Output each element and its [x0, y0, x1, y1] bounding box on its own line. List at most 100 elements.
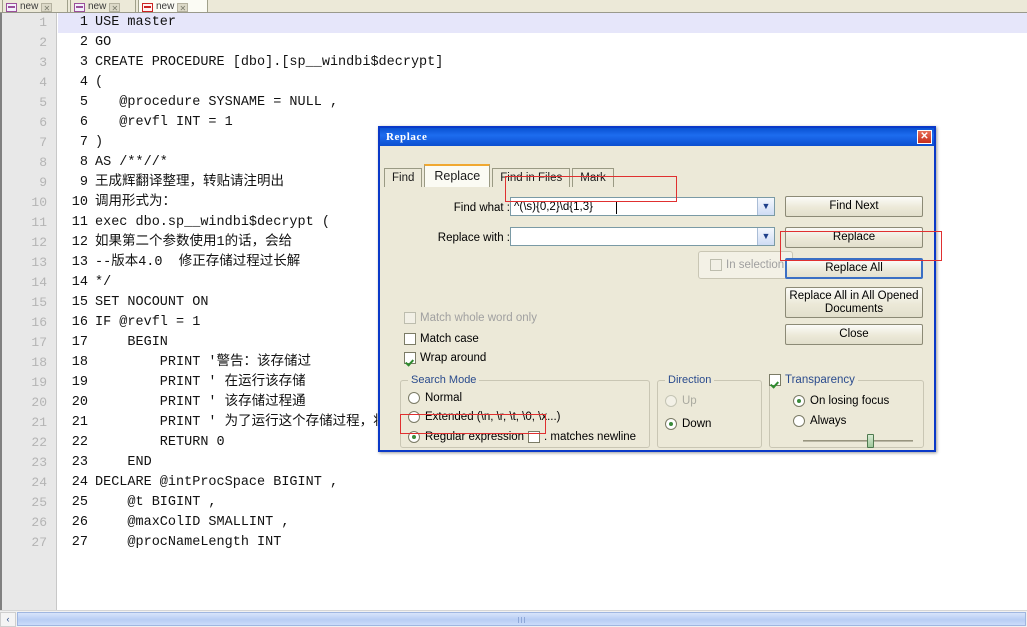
code-line-text: END	[95, 455, 152, 470]
tab-mark[interactable]: Mark	[572, 168, 614, 187]
document-tab-2[interactable]: new ✕	[70, 0, 136, 12]
inline-line-number: 24	[71, 475, 88, 490]
code-line-text: 王成辉翻译整理，转贴请注明出	[95, 175, 284, 190]
code-line[interactable]: 24 DECLARE @intProcSpace BIGINT ,	[58, 473, 1027, 493]
direction-down-radio[interactable]: Down	[665, 418, 711, 430]
code-line[interactable]: 2 GO	[58, 33, 1027, 53]
find-next-button[interactable]: Find Next	[785, 196, 923, 217]
code-line[interactable]: 1 USE master	[58, 13, 1027, 33]
line-number: 9	[39, 175, 47, 190]
code-line-text: GO	[95, 35, 112, 50]
transparency-on-losing-focus-radio[interactable]: On losing focus	[793, 395, 889, 407]
line-number: 4	[39, 75, 47, 90]
dialog-body: Find Replace Find in Files Mark Find wha…	[380, 146, 934, 452]
line-number: 17	[31, 335, 47, 350]
line-number: 14	[31, 275, 47, 290]
radio-icon	[408, 392, 420, 404]
checkbox-icon	[710, 259, 722, 271]
dot-matches-newline-checkbox[interactable]: . matches newline	[528, 431, 636, 443]
direction-label: Down	[682, 418, 712, 430]
in-selection-checkbox: In selection	[710, 259, 784, 271]
replace-dialog: Replace ✕ Find Replace Find in Files Mar…	[378, 126, 936, 452]
match-case-checkbox[interactable]: Match case	[404, 333, 479, 345]
replace-with-input[interactable]: ▼	[510, 227, 775, 246]
transparency-label: Always	[810, 415, 847, 427]
line-number: 26	[31, 515, 47, 530]
dialog-tab-strip: Find Replace Find in Files Mark	[384, 164, 614, 187]
code-line[interactable]: 3 CREATE PROCEDURE [dbo].[sp__windbi$decr…	[58, 53, 1027, 73]
close-button[interactable]: Close	[785, 324, 923, 345]
transparency-slider[interactable]	[803, 434, 913, 448]
replace-button[interactable]: Replace	[785, 227, 923, 248]
inline-line-number: 21	[71, 415, 88, 430]
code-line[interactable]: 23 END	[58, 453, 1027, 473]
direction-group: Direction	[657, 374, 762, 448]
inline-line-number: 15	[71, 295, 88, 310]
line-number: 2	[39, 35, 47, 50]
transparency-always-radio[interactable]: Always	[793, 415, 846, 427]
scrollbar-thumb[interactable]	[17, 612, 1026, 626]
scroll-left-arrow[interactable]: ‹	[0, 611, 16, 627]
line-number: 19	[31, 375, 47, 390]
document-icon-modified	[142, 3, 153, 12]
line-number: 7	[39, 135, 47, 150]
line-number: 21	[31, 415, 47, 430]
line-number: 24	[31, 475, 47, 490]
tab-replace[interactable]: Replace	[424, 164, 491, 187]
tab-find[interactable]: Find	[384, 168, 423, 187]
line-number: 23	[31, 455, 47, 470]
code-line-text: AS /**//*	[95, 155, 168, 170]
find-what-input[interactable]: ^(\s){0,2}\d{1,3} ▼	[510, 197, 775, 216]
code-line[interactable]: 27 @procNameLength INT	[58, 533, 1027, 553]
inline-line-number: 22	[71, 435, 88, 450]
code-line[interactable]: 26 @maxColID SMALLINT ,	[58, 513, 1027, 533]
line-number-gutter: 1 2 3 4 5 6 7 8 9 10 11 12 13 14 15 16 17 18 19 20 21 22 23 24 2…	[2, 13, 57, 610]
code-line-text: USE master	[95, 15, 177, 30]
search-mode-regular-expression-radio[interactable]: Regular expression	[408, 431, 524, 443]
line-number: 3	[39, 55, 47, 70]
close-icon[interactable]: ✕	[177, 3, 189, 12]
code-line-text: )	[95, 135, 104, 150]
horizontal-scrollbar[interactable]: ‹	[0, 610, 1027, 627]
inline-line-number: 27	[71, 535, 88, 550]
inline-line-number: 2	[79, 35, 88, 50]
code-line-text: CREATE PROCEDURE [dbo].[sp__windbi$decry…	[95, 55, 444, 70]
line-number: 13	[31, 255, 47, 270]
document-tab-bar: new ✕ new ✕ new ✕	[0, 0, 1027, 13]
transparency-checkbox[interactable]: Transparency	[766, 374, 858, 386]
inline-line-number: 14	[71, 275, 88, 290]
code-line[interactable]: 4(	[58, 73, 1027, 93]
tab-find-in-files[interactable]: Find in Files	[492, 168, 571, 187]
replace-all-button[interactable]: Replace All	[785, 258, 923, 279]
find-what-value: ^(\s){0,2}\d{1,3}	[514, 200, 593, 213]
code-line-text: PRINT ' 在运行该存储	[95, 375, 306, 390]
document-tab-1[interactable]: new ✕	[2, 0, 68, 12]
transparency-label: On losing focus	[810, 395, 890, 407]
line-number: 27	[31, 535, 47, 550]
document-tab-3-active[interactable]: new ✕	[138, 0, 208, 12]
close-icon[interactable]: ✕	[41, 3, 53, 12]
dot-matches-newline-label: . matches newline	[544, 431, 637, 443]
wrap-around-checkbox[interactable]: Wrap around	[404, 352, 486, 364]
slider-knob[interactable]	[866, 434, 874, 448]
document-icon	[6, 3, 17, 12]
line-number: 20	[31, 395, 47, 410]
search-mode-label: Normal	[425, 392, 463, 404]
code-line-text: @procedure SYSNAME = NULL ,	[95, 95, 339, 110]
code-line-text: @maxColID SMALLINT ,	[95, 515, 290, 530]
replace-all-in-all-opened-documents-button[interactable]: Replace All in All Opened Documents	[785, 287, 923, 318]
inline-line-number: 6	[79, 115, 88, 130]
dialog-title-bar[interactable]: Replace ✕	[380, 128, 934, 146]
search-mode-normal-radio[interactable]: Normal	[408, 392, 462, 404]
code-line-text: @t BIGINT ,	[95, 495, 217, 510]
code-line[interactable]: 25 @t BIGINT ,	[58, 493, 1027, 513]
code-line[interactable]: 5 @procedure SYSNAME = NULL ,	[58, 93, 1027, 113]
search-mode-title: Search Mode	[408, 374, 480, 386]
chevron-down-icon[interactable]: ▼	[757, 228, 774, 245]
line-number: 22	[31, 435, 47, 450]
inline-line-number: 17	[71, 335, 88, 350]
close-icon[interactable]: ✕	[917, 130, 932, 144]
search-mode-extended-radio[interactable]: Extended (\n, \r, \t, \0, \x...)	[408, 411, 561, 423]
chevron-down-icon[interactable]: ▼	[757, 198, 774, 215]
close-icon[interactable]: ✕	[109, 3, 121, 12]
